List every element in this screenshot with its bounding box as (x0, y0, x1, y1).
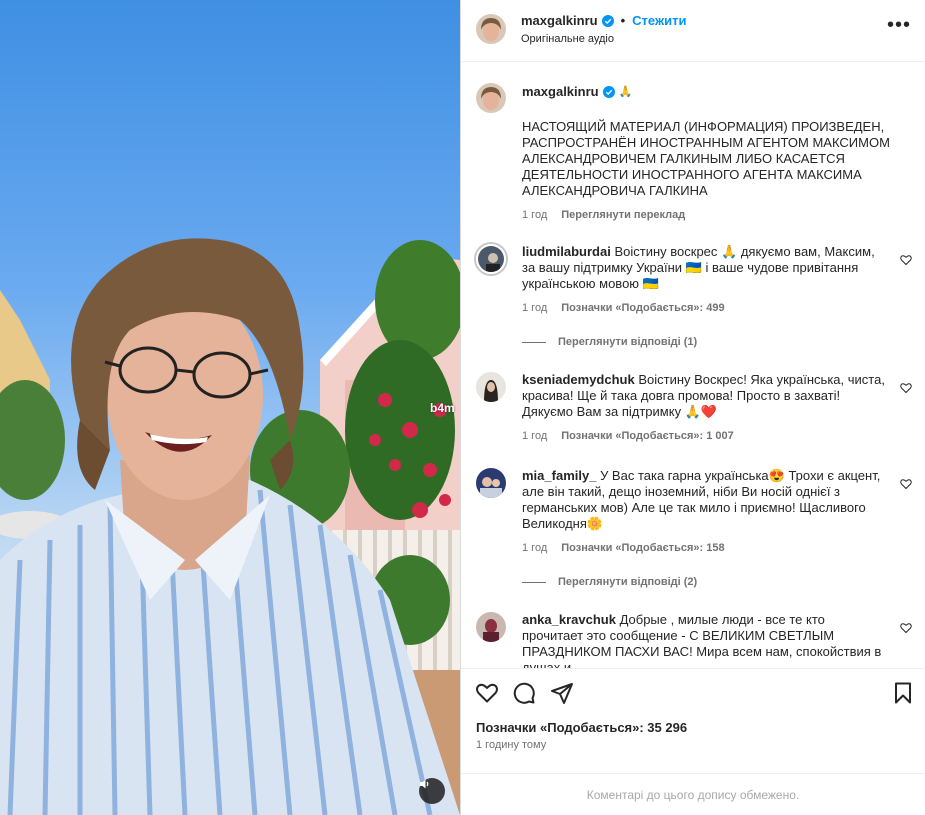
comment-icon[interactable] (512, 681, 536, 705)
video-watermark: b4m (430, 401, 455, 415)
view-replies-button[interactable]: Переглянути відповіді (1) (522, 336, 697, 348)
replies-line (522, 581, 546, 583)
heart-icon[interactable] (900, 254, 912, 266)
view-replies-label[interactable]: Переглянути відповіді (1) (558, 336, 697, 348)
post-caption: maxgalkinru 🙏 НАСТОЯЩИЙ МАТЕРИАЛ (ИНФОРМ… (476, 83, 916, 223)
more-icon[interactable]: ••• (887, 15, 911, 35)
caption-username[interactable]: maxgalkinru (522, 84, 599, 100)
heart-icon[interactable] (900, 382, 912, 394)
comments-limited-notice: Коментарі до цього допису обмежено. (461, 773, 925, 815)
comment-username[interactable]: kseniademydchuk (522, 372, 635, 387)
audio-label[interactable]: Оригінальне аудіо (521, 33, 614, 45)
comment-item: anka_kravchuk Добрые , милые люди - все … (476, 612, 916, 668)
commenter-avatar[interactable] (476, 244, 506, 274)
verified-icon (601, 14, 614, 27)
post-details-panel: maxgalkinru • Стежити Оригінальне аудіо … (461, 0, 925, 815)
heart-icon[interactable] (475, 681, 499, 705)
audio-icon (420, 779, 429, 789)
comment-item: kseniademydchuk Воістину Воскрес! Яка ук… (476, 372, 916, 444)
post-time[interactable]: 1 годину тому (476, 739, 546, 751)
pray-emoji-icon: 🙏 (618, 86, 633, 98)
separator-dot: • (620, 13, 626, 28)
comment-likes[interactable]: Позначки «Подобається»: 1 007 (561, 428, 733, 444)
commenter-avatar[interactable] (476, 612, 506, 642)
caption-avatar[interactable] (476, 83, 506, 113)
comment-item: mia_family_ У Вас така гарна українська😍… (476, 468, 916, 556)
heart-icon[interactable] (900, 622, 912, 634)
heart-icon[interactable] (900, 478, 912, 490)
comment-username[interactable]: anka_kravchuk (522, 612, 616, 627)
translate-link[interactable]: Переглянути переклад (561, 207, 685, 223)
comment-likes[interactable]: Позначки «Подобається»: 158 (561, 540, 724, 556)
post-header: maxgalkinru • Стежити Оригінальне аудіо … (461, 0, 925, 62)
commenter-avatar[interactable] (476, 468, 506, 498)
video-frame (0, 238, 460, 815)
comment-username[interactable]: liudmilaburdai (522, 244, 611, 259)
likes-count[interactable]: Позначки «Подобається»: 35 296 (476, 720, 687, 735)
comment-likes[interactable]: Позначки «Подобається»: 499 (561, 300, 724, 316)
verified-icon (602, 86, 615, 98)
author-username[interactable]: maxgalkinru (521, 13, 598, 28)
view-replies-label[interactable]: Переглянути відповіді (2) (558, 576, 697, 588)
bookmark-icon[interactable] (891, 681, 915, 705)
audio-toggle-button[interactable] (419, 778, 445, 804)
follow-button[interactable]: Стежити (632, 13, 686, 28)
post-video[interactable]: b4m (0, 0, 460, 815)
comment-age[interactable]: 1 год (522, 428, 547, 444)
replies-line (522, 341, 546, 343)
caption-age[interactable]: 1 год (522, 207, 547, 223)
comment-item: liudmilaburdai Воістину воскрес 🙏 дякуєм… (476, 244, 916, 316)
comments-list[interactable]: maxgalkinru 🙏 НАСТОЯЩИЙ МАТЕРИАЛ (ИНФОРМ… (461, 62, 925, 668)
caption-text: НАСТОЯЩИЙ МАТЕРИАЛ (ИНФОРМАЦИЯ) ПРОИЗВЕД… (522, 119, 890, 198)
author-avatar[interactable] (476, 14, 506, 44)
comment-age[interactable]: 1 год (522, 540, 547, 556)
comment-age[interactable]: 1 год (522, 300, 547, 316)
post-actions: Позначки «Подобається»: 35 296 1 годину … (461, 668, 925, 773)
share-icon[interactable] (550, 681, 574, 705)
commenter-avatar[interactable] (476, 372, 506, 402)
view-replies-button[interactable]: Переглянути відповіді (2) (522, 576, 697, 588)
comment-username[interactable]: mia_family_ (522, 468, 596, 483)
